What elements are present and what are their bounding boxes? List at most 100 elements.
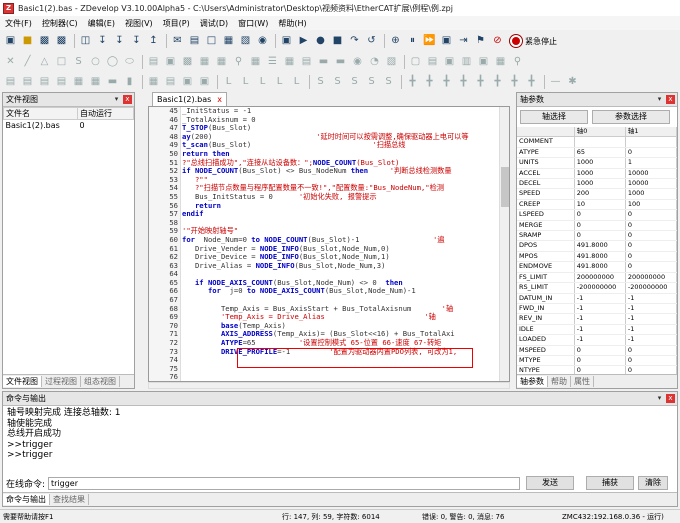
same-height-icon[interactable]: ▮ (122, 75, 137, 90)
text-style-s2-icon[interactable]: S (330, 75, 345, 90)
param-value-cell[interactable]: -1 (625, 313, 678, 325)
close-icon[interactable]: x (666, 394, 675, 403)
table-icon[interactable]: ▧ (238, 34, 253, 49)
vertical-scrollbar[interactable] (499, 107, 509, 381)
breakpoint-icon[interactable]: ⊕ (388, 34, 403, 49)
col-autorun[interactable]: 自动运行 (77, 107, 134, 120)
pin-icon[interactable]: ▾ (112, 95, 121, 104)
image-icon[interactable]: ▦ (214, 55, 229, 70)
editor-tab[interactable]: Basic1(2).bas x (152, 92, 228, 106)
code-line[interactable]: if NODE_COUNT(Bus_Slot) <> Bus_NodeNum t… (182, 166, 499, 176)
project-icon[interactable]: ◫ (78, 34, 93, 49)
flag-icon[interactable]: ⚑ (473, 34, 488, 49)
align-left-icon[interactable]: ▤ (3, 75, 18, 90)
table-row[interactable]: ENDMOVE 491.8000 0 (517, 261, 678, 273)
label-icon[interactable]: ▤ (146, 55, 161, 70)
run-icon[interactable]: ▶ (296, 34, 311, 49)
arc-icon[interactable]: ◯ (105, 55, 120, 70)
ellipse-icon[interactable]: ⬭ (122, 55, 137, 70)
param-value-cell[interactable]: 200000000 (574, 272, 626, 284)
table-row[interactable]: ACCEL 1000 10000 (517, 168, 678, 180)
param-value-cell[interactable]: 0 (574, 220, 626, 232)
param-value-cell[interactable]: 1000 (574, 157, 626, 169)
code-line[interactable] (182, 373, 499, 381)
align-middle-icon[interactable]: ▦ (88, 75, 103, 90)
menu-project[interactable]: 项目(P) (158, 18, 195, 29)
io-icon[interactable]: ▦ (221, 34, 236, 49)
send-button[interactable]: 发送 (526, 476, 574, 490)
param-value-cell[interactable]: 1000 (574, 178, 626, 190)
param-value-cell[interactable]: -1 (574, 293, 626, 304)
size-h-icon[interactable]: ╋ (507, 75, 522, 90)
param-value-cell[interactable]: -1 (625, 324, 678, 336)
rectangle-icon[interactable]: □ (54, 55, 69, 70)
code-editor[interactable]: 45 46 47 48 49 50 51 52 53 54 55 56 57 58 59 60 61 62 63 64… (148, 106, 510, 390)
grid-snap-icon[interactable]: ▦ (146, 75, 161, 90)
mail-icon[interactable]: ✉ (170, 34, 185, 49)
param-value-cell[interactable] (625, 136, 678, 148)
tab-process-view[interactable]: 过程视图 (42, 376, 81, 387)
tab-config-view[interactable]: 组态视图 (81, 376, 120, 387)
send-back-icon[interactable]: ▣ (197, 75, 212, 90)
ungroup-icon[interactable]: ▥ (459, 55, 474, 70)
meter-icon[interactable]: ◔ (367, 55, 382, 70)
param-value-cell[interactable]: 0 (574, 230, 626, 242)
table-row[interactable]: DECEL 1000 10000 (517, 178, 678, 190)
table-row[interactable]: IDLE -1 -1 (517, 324, 678, 336)
tab-command-output[interactable]: 命令与输出 (3, 494, 50, 505)
table-row[interactable]: CREEP 10 100 (517, 199, 678, 211)
zoom-icon[interactable]: ⚲ (510, 55, 525, 70)
edit-control-icon[interactable]: ▦ (197, 55, 212, 70)
param-value-cell[interactable]: 200000000 (625, 272, 678, 284)
stop-debug-icon[interactable]: ■ (330, 34, 345, 49)
same-width-icon[interactable]: ▬ (105, 75, 120, 90)
slider-icon[interactable]: ▬ (316, 55, 331, 70)
align-bottom-icon[interactable]: ▤ (54, 75, 69, 90)
tab-find-results[interactable]: 查找结果 (50, 494, 89, 505)
table-row[interactable]: MPOS 491.8000 0 (517, 251, 678, 263)
param-value-cell[interactable]: 0 (625, 355, 678, 367)
param-value-cell[interactable]: 200 (574, 188, 626, 200)
param-value-cell[interactable]: 0 (625, 261, 678, 273)
button-control-icon[interactable]: ▣ (163, 55, 178, 70)
line-icon[interactable]: ✕ (3, 55, 18, 70)
text-style-l4-icon[interactable]: L (272, 75, 287, 90)
progress-icon[interactable]: ▬ (333, 55, 348, 70)
text-style-l3-icon[interactable]: L (255, 75, 270, 90)
distribute-h-icon[interactable]: ╋ (405, 75, 420, 90)
param-value-cell[interactable]: 65 (574, 147, 626, 159)
open-folder-icon[interactable]: ■ (20, 34, 35, 49)
hmi-icon[interactable]: ▣ (279, 34, 294, 49)
save-icon[interactable]: ▩ (37, 34, 52, 49)
debug-icon[interactable]: ● (313, 34, 328, 49)
table-row[interactable]: REV_IN -1 -1 (517, 313, 678, 325)
param-value-cell[interactable] (574, 136, 626, 148)
clear-button[interactable]: 清除 (638, 476, 668, 490)
tab-help[interactable]: 帮助 (548, 376, 571, 387)
pin-icon[interactable]: ⚲ (231, 55, 246, 70)
table-row[interactable]: MERGE 0 0 (517, 220, 678, 232)
close-icon[interactable]: x (666, 95, 675, 104)
table-row[interactable]: MSPEED 0 0 (517, 345, 678, 356)
menu-view[interactable]: 视图(V) (120, 18, 158, 29)
new-file-icon[interactable]: ▣ (3, 34, 18, 49)
param-value-cell[interactable]: 0 (574, 355, 626, 367)
align-center-icon[interactable]: ▦ (71, 75, 86, 90)
tab-axis-params[interactable]: 轴参数 (517, 376, 548, 387)
table-row[interactable]: Basic1(2).bas 0 (4, 120, 134, 132)
tab-close-icon[interactable]: x (217, 95, 222, 104)
download-rom-icon[interactable]: ↧ (129, 34, 144, 49)
text-style-s4-icon[interactable]: S (364, 75, 379, 90)
upload-icon[interactable]: ↥ (146, 34, 161, 49)
menu-file[interactable]: 文件(F) (0, 18, 37, 29)
param-value-cell[interactable]: -1 (625, 303, 678, 315)
close-icon[interactable]: x (123, 95, 132, 104)
distribute-v-icon[interactable]: ╋ (422, 75, 437, 90)
param-value-cell[interactable]: 491.8000 (574, 261, 626, 273)
autorun-cell[interactable]: 0 (78, 120, 134, 132)
text-style-s3-icon[interactable]: S (347, 75, 362, 90)
param-value-cell[interactable]: 10000 (625, 168, 678, 180)
group-icon[interactable]: ▣ (442, 55, 457, 70)
table-row[interactable]: UNITS 1000 1 (517, 157, 678, 169)
bring-front-icon[interactable]: ▣ (180, 75, 195, 90)
